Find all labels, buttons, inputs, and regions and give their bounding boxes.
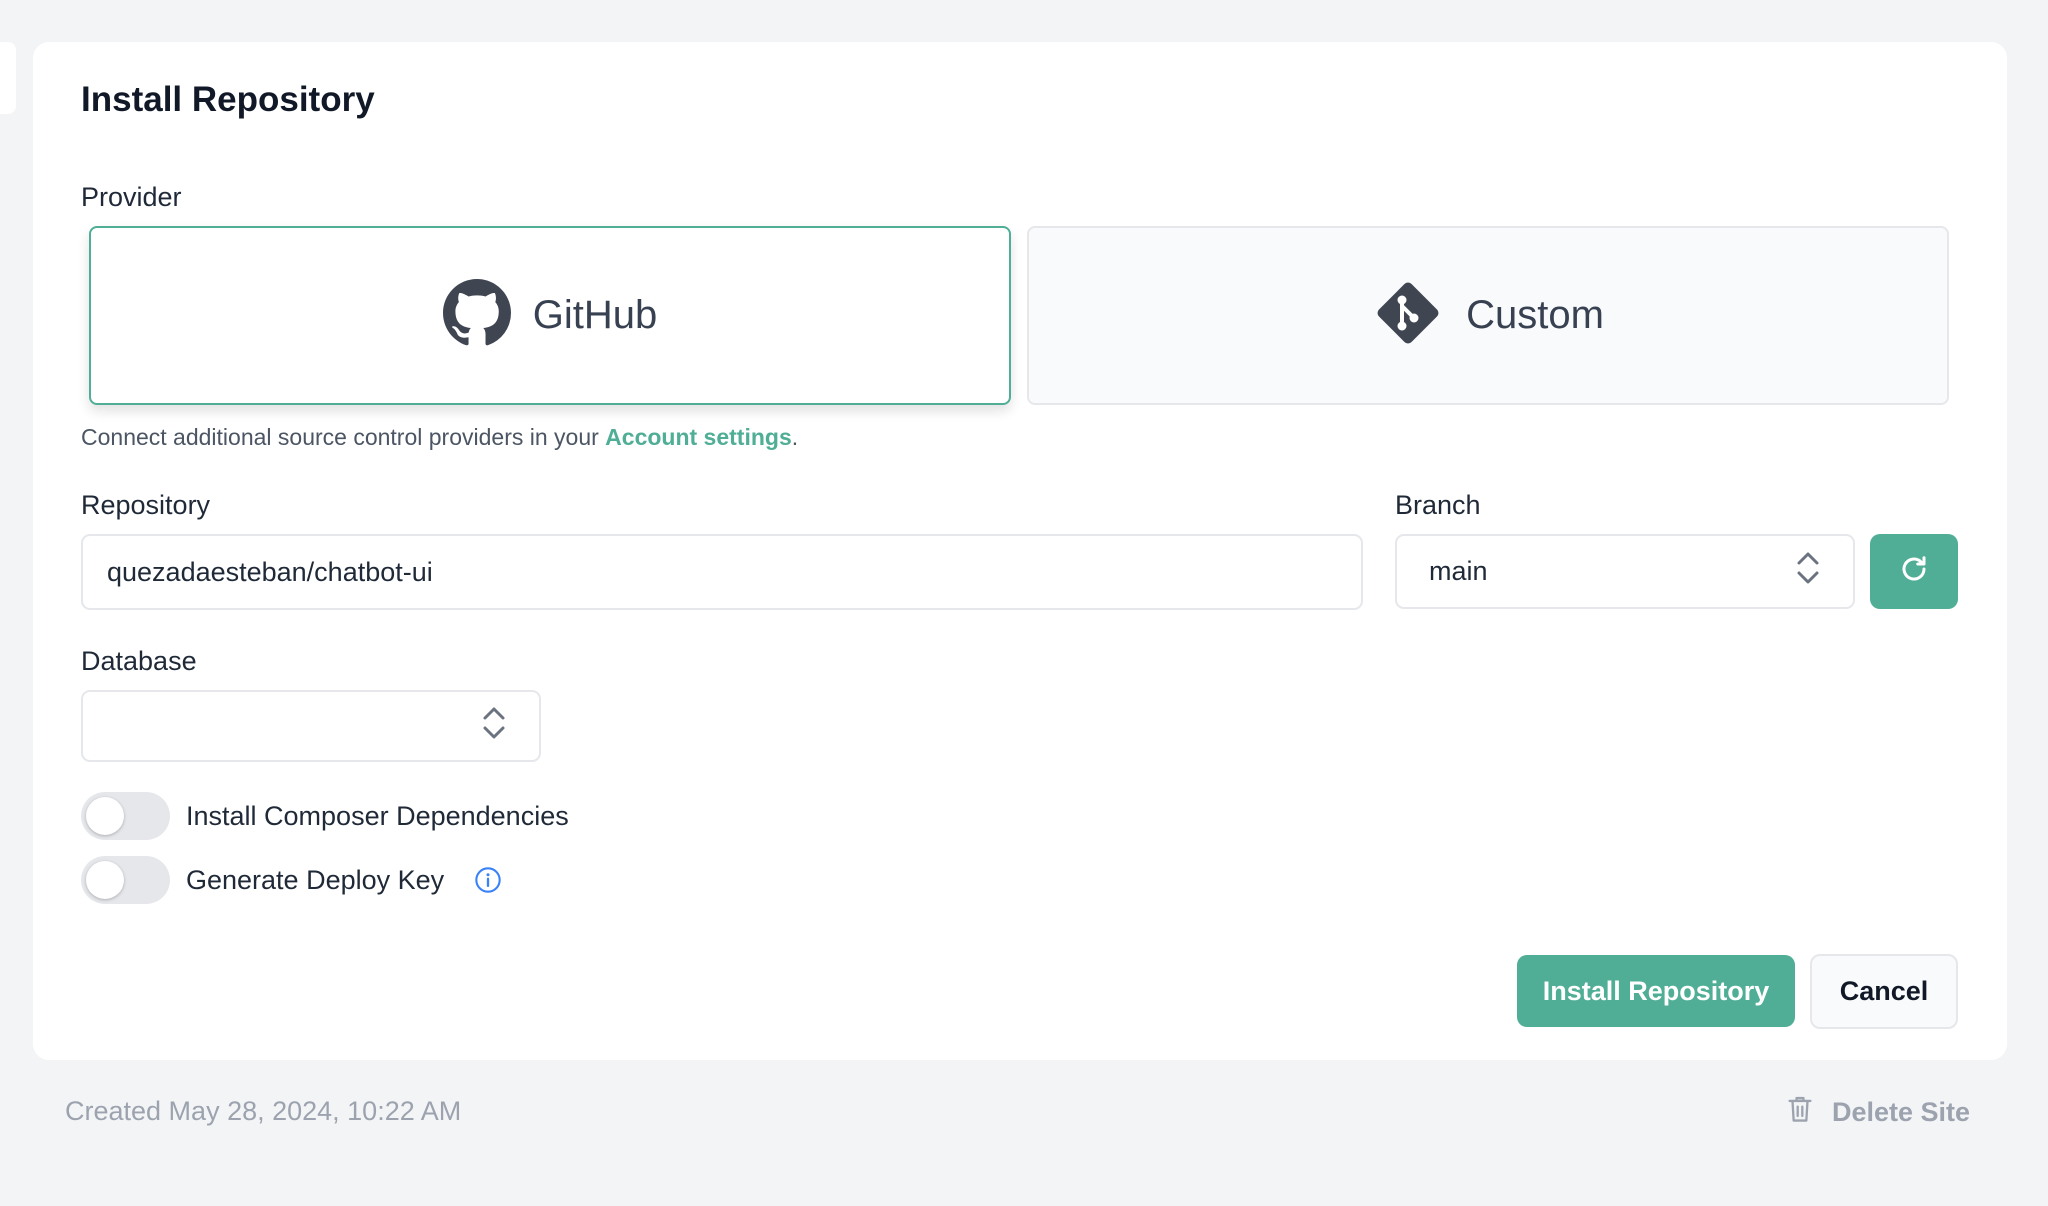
deploy-key-row: Generate Deploy Key bbox=[81, 856, 502, 904]
install-repository-card: Install Repository Provider GitHub Custo… bbox=[33, 42, 2007, 1060]
composer-dependencies-toggle[interactable] bbox=[81, 792, 170, 840]
provider-label: Provider bbox=[81, 182, 182, 212]
chevron-up-down-icon bbox=[481, 704, 507, 749]
help-text-prefix: Connect additional source control provid… bbox=[81, 424, 606, 450]
refresh-branches-button[interactable] bbox=[1870, 534, 1958, 609]
help-text-suffix: . bbox=[791, 424, 799, 450]
repository-input[interactable]: quezadaesteban/chatbot-ui bbox=[81, 534, 1363, 610]
provider-help-text: Connect additional source control provid… bbox=[81, 424, 798, 451]
branch-select-value: main bbox=[1429, 556, 1488, 586]
trash-icon bbox=[1786, 1094, 1814, 1131]
deploy-key-label: Generate Deploy Key bbox=[186, 864, 445, 895]
composer-dependencies-label: Install Composer Dependencies bbox=[186, 800, 569, 831]
repository-label: Repository bbox=[81, 490, 211, 520]
delete-site-label: Delete Site bbox=[1832, 1097, 1971, 1127]
account-settings-link[interactable]: Account settings bbox=[605, 424, 792, 450]
database-select[interactable] bbox=[81, 690, 541, 762]
database-label: Database bbox=[81, 646, 197, 676]
refresh-icon bbox=[1899, 554, 1929, 589]
deploy-key-toggle[interactable] bbox=[81, 856, 170, 904]
git-icon bbox=[1372, 277, 1444, 354]
install-repository-button[interactable]: Install Repository bbox=[1517, 955, 1795, 1027]
cancel-button[interactable]: Cancel bbox=[1810, 954, 1958, 1029]
branch-select[interactable]: main bbox=[1395, 534, 1855, 609]
branch-label: Branch bbox=[1395, 490, 1481, 520]
toggle-knob bbox=[86, 797, 124, 835]
repository-input-value: quezadaesteban/chatbot-ui bbox=[107, 556, 433, 587]
toggle-knob bbox=[86, 861, 124, 899]
chevron-up-down-icon bbox=[1795, 549, 1821, 594]
github-icon bbox=[442, 279, 511, 352]
composer-dependencies-row: Install Composer Dependencies bbox=[81, 792, 569, 840]
background-panel-edge bbox=[0, 42, 16, 114]
provider-option-custom[interactable]: Custom bbox=[1027, 226, 1949, 405]
provider-option-label: Custom bbox=[1466, 293, 1604, 337]
provider-option-github[interactable]: GitHub bbox=[89, 226, 1011, 405]
info-icon[interactable] bbox=[474, 866, 502, 894]
card-title: Install Repository bbox=[81, 80, 375, 119]
delete-site-button[interactable]: Delete Site bbox=[1786, 1094, 1970, 1131]
created-timestamp: Created May 28, 2024, 10:22 AM bbox=[65, 1096, 462, 1126]
provider-option-label: GitHub bbox=[532, 293, 658, 337]
